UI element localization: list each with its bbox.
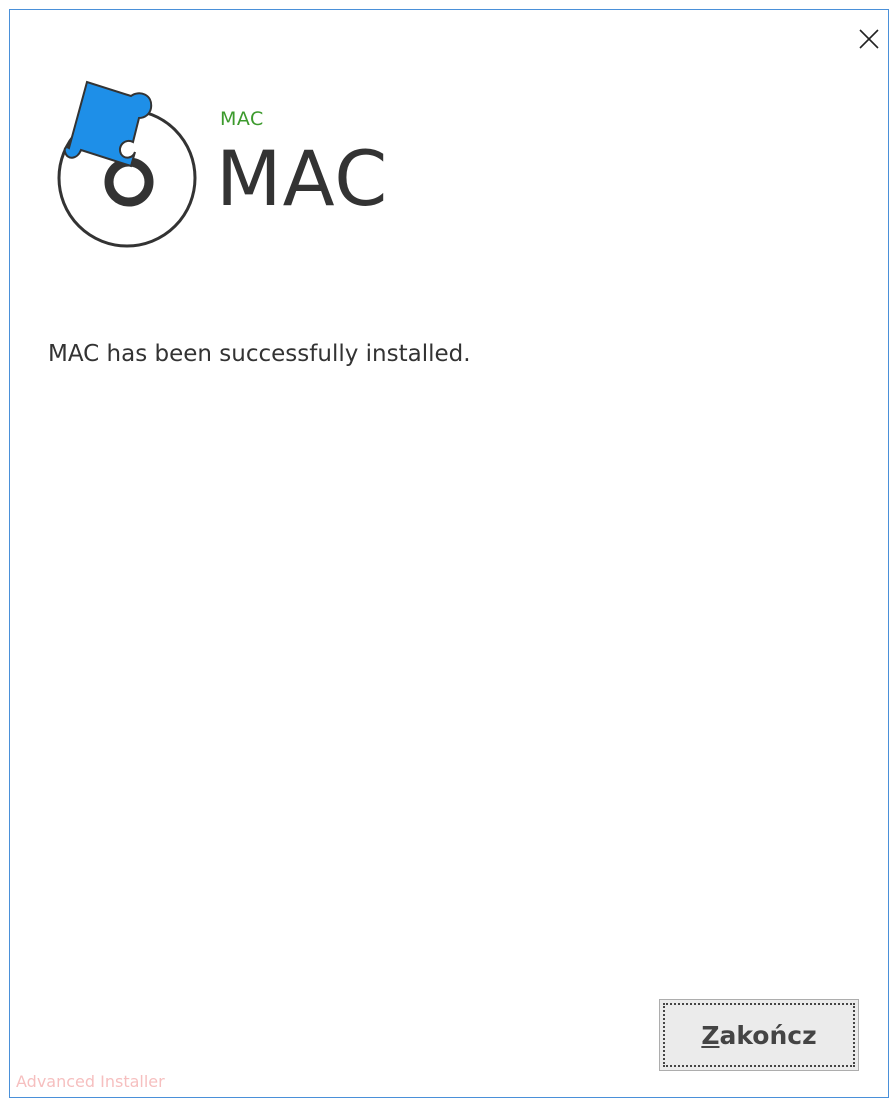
installer-window: MAC MAC MAC has been successfully instal… — [9, 9, 889, 1098]
installer-branding: Advanced Installer — [16, 1072, 165, 1091]
finish-button-mnemonic: Z — [701, 1020, 720, 1050]
finish-button-label: akończ — [719, 1020, 817, 1050]
finish-button[interactable]: Zakończ — [659, 999, 859, 1071]
product-name-large: MAC — [216, 134, 389, 223]
puzzle-disc-logo-icon — [47, 80, 207, 250]
product-name-small: MAC — [220, 108, 264, 130]
close-icon — [859, 29, 879, 49]
install-success-message: MAC has been successfully installed. — [48, 341, 471, 367]
close-button[interactable] — [852, 22, 886, 56]
